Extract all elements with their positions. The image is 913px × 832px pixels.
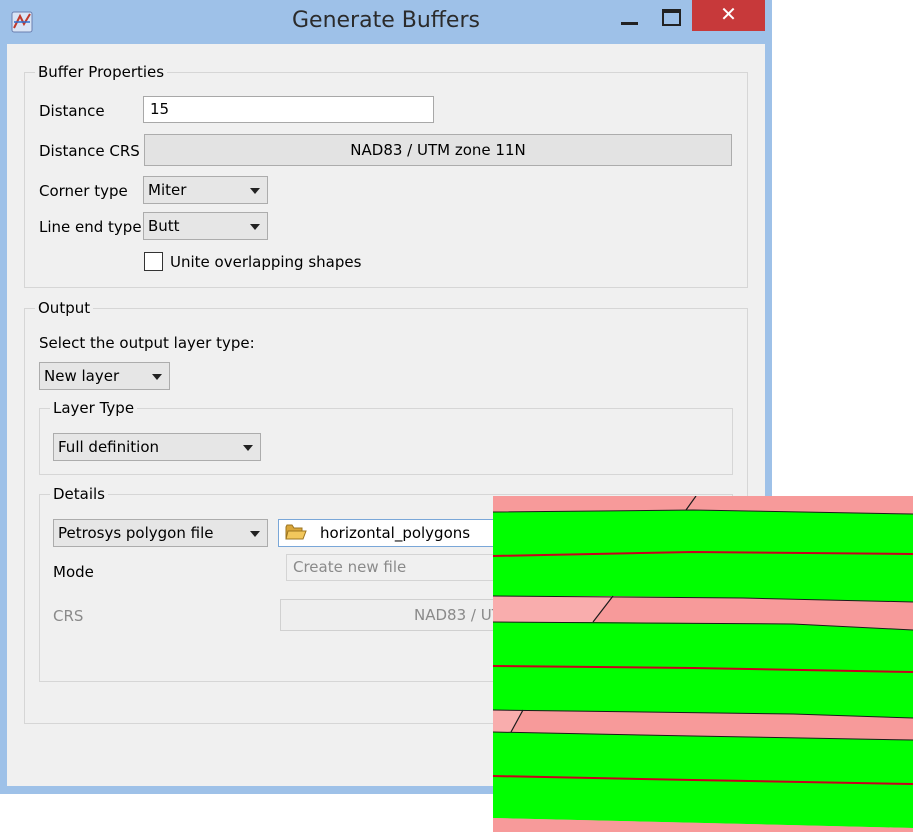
select-output-type-label: Select the output layer type: (39, 334, 255, 352)
folder-open-icon (285, 524, 307, 540)
title-bar[interactable]: Generate Buffers ✕ (0, 0, 772, 44)
chevron-down-icon (250, 188, 260, 194)
output-title: Output (35, 298, 94, 318)
crs-label: CRS (53, 607, 84, 625)
output-layer-type-select[interactable]: New layer (39, 362, 170, 390)
distance-input[interactable]: 15 (143, 96, 434, 123)
layer-definition-select[interactable]: Full definition (53, 433, 261, 461)
minimize-icon[interactable] (612, 6, 646, 34)
layer-type-title: Layer Type (50, 398, 138, 418)
output-file-name: horizontal_polygons (320, 524, 471, 542)
output-file-field[interactable]: horizontal_polygons (278, 519, 518, 547)
mode-field[interactable]: Create new file (286, 554, 518, 581)
chevron-down-icon (250, 531, 260, 537)
chevron-down-icon (243, 445, 253, 451)
distance-crs-button[interactable]: NAD83 / UTM zone 11N (144, 134, 732, 166)
close-icon[interactable]: ✕ (692, 0, 765, 31)
unite-overlapping-checkbox[interactable] (144, 252, 163, 271)
map-overlay-image (493, 496, 913, 832)
layer-definition-value: Full definition (58, 438, 160, 456)
unite-overlapping-label[interactable]: Unite overlapping shapes (170, 252, 361, 272)
chevron-down-icon (152, 374, 162, 380)
details-title: Details (50, 484, 109, 504)
corner-type-select[interactable]: Miter (143, 176, 268, 204)
chevron-down-icon (250, 224, 260, 230)
corner-type-value: Miter (148, 181, 187, 199)
corner-type-label: Corner type (39, 182, 128, 200)
buffer-properties-title: Buffer Properties (35, 62, 168, 82)
line-end-type-select[interactable]: Butt (143, 212, 268, 240)
crs-button-text: NAD83 / UT (414, 606, 501, 624)
output-layer-type-value: New layer (44, 367, 120, 385)
maximize-icon[interactable] (654, 6, 688, 34)
mode-label: Mode (53, 563, 94, 581)
line-end-type-value: Butt (148, 217, 180, 235)
distance-label: Distance (39, 102, 105, 120)
line-end-type-label: Line end type (39, 218, 142, 236)
file-type-select[interactable]: Petrosys polygon file (53, 519, 268, 547)
file-type-value: Petrosys polygon file (58, 524, 214, 542)
polygon-light-pink-1 (493, 596, 613, 622)
crs-button[interactable]: NAD83 / UT (280, 599, 518, 631)
polygon-green-1 (493, 510, 913, 602)
distance-crs-label: Distance CRS (39, 142, 140, 160)
